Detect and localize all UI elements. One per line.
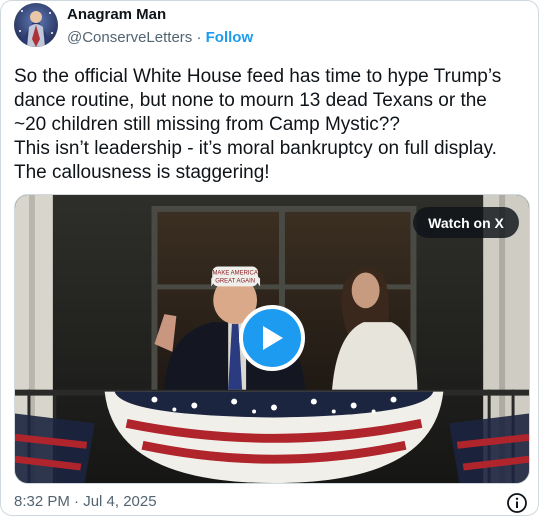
hat-text-line-1: MAKE AMERICA	[212, 270, 257, 276]
play-icon	[263, 326, 283, 350]
author-handle[interactable]: @ConserveLetters	[67, 29, 192, 46]
handle-separator: ·	[192, 29, 206, 46]
play-button[interactable]	[239, 305, 305, 371]
avatar[interactable]	[14, 3, 58, 47]
follow-button[interactable]: Follow	[206, 29, 254, 46]
tweet-line: dance routine, but none to mourn 13 dead…	[14, 90, 487, 111]
info-button[interactable]	[506, 492, 528, 514]
tweet-line: This isn’t leadership - it’s moral bankr…	[14, 138, 497, 159]
watch-on-x-button[interactable]: Watch on X	[413, 207, 519, 238]
tweet-text: So the official White House feed has tim…	[14, 65, 529, 185]
tweet-line: So the official White House feed has tim…	[14, 66, 502, 87]
video-player[interactable]: MAKE AMERICA GREAT AGAIN Watch on X	[14, 194, 530, 484]
info-icon	[507, 493, 527, 513]
hat-text-line-2: GREAT AGAIN	[215, 278, 255, 284]
tweet-card: Anagram Man @ConserveLetters · Follow So…	[0, 0, 539, 516]
tweet-line: The callousness is staggering!	[14, 162, 270, 183]
avatar-illustration	[14, 3, 58, 47]
author-handle-row: @ConserveLetters · Follow	[67, 29, 253, 46]
tweet-timestamp[interactable]: 8:32 PM · Jul 4, 2025	[14, 493, 157, 510]
author-name[interactable]: Anagram Man	[67, 6, 166, 23]
tweet-line: ~20 children still missing from Camp Mys…	[14, 114, 400, 135]
